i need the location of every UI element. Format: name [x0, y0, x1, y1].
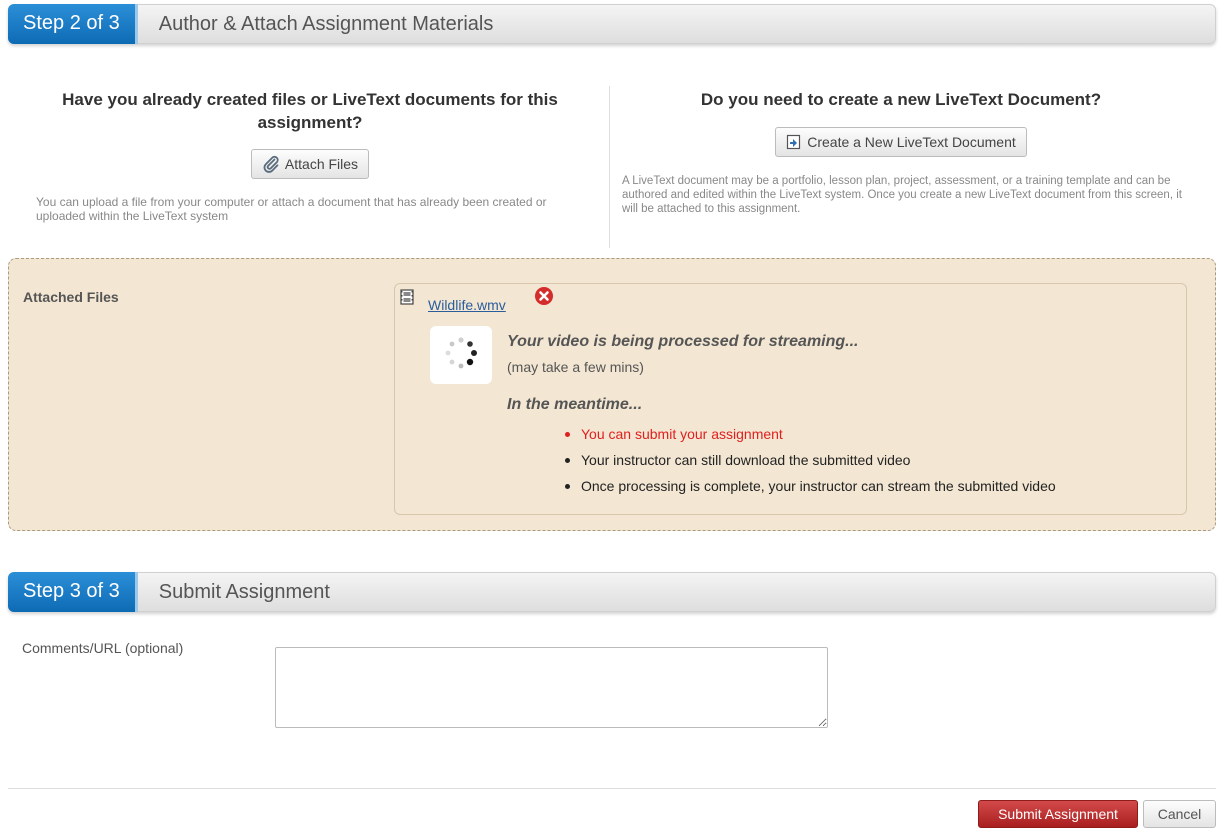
comments-input[interactable] — [275, 647, 828, 728]
attached-file-link[interactable]: Wildlife.wmv — [428, 297, 506, 313]
step-3-badge: Step 3 of 3 — [8, 571, 138, 612]
step-2-badge: Step 2 of 3 — [8, 3, 138, 44]
attached-files-panel: Attached Files Wildlife.wmv Your video i… — [8, 258, 1216, 531]
list-item: Once processing is complete, your instru… — [563, 473, 1056, 499]
processing-subtitle: (may take a few mins) — [507, 359, 644, 375]
new-document-section: Do you need to create a new LiveText Doc… — [620, 88, 1182, 216]
processing-title: Your video is being processed for stream… — [507, 333, 859, 350]
meantime-heading: In the meantime... — [507, 396, 643, 413]
attached-files-label: Attached Files — [23, 289, 119, 305]
column-divider — [609, 86, 610, 248]
step-2-header: Step 2 of 3 Author & Attach Assignment M… — [8, 3, 1216, 44]
step-3-title: Submit Assignment — [158, 580, 330, 603]
paperclip-icon — [262, 155, 280, 173]
new-document-description: A LiveText document may be a portfolio, … — [622, 175, 1182, 215]
list-item: Your instructor can still download the s… — [563, 447, 1056, 473]
comments-label: Comments/URL (optional) — [22, 640, 184, 656]
attached-file-card: Wildlife.wmv Your video is being process… — [394, 283, 1187, 515]
spinner-icon — [430, 326, 492, 384]
step-3-header: Step 3 of 3 Submit Assignment — [8, 571, 1216, 612]
attach-files-section: Have you already created files or LiveTe… — [30, 88, 590, 223]
create-new-document-button[interactable]: Create a New LiveText Document — [775, 127, 1027, 157]
film-icon — [400, 289, 414, 310]
footer-divider — [8, 788, 1216, 789]
step-2-title: Author & Attach Assignment Materials — [158, 12, 494, 35]
attach-files-button[interactable]: Attach Files — [250, 149, 370, 179]
new-document-heading: Do you need to create a new LiveText Doc… — [700, 90, 1102, 109]
create-new-document-label: Create a New LiveText Document — [807, 134, 1016, 150]
new-document-icon — [786, 134, 802, 150]
list-item: You can submit your assignment — [563, 421, 1056, 447]
remove-icon[interactable] — [534, 286, 554, 311]
attach-files-label: Attach Files — [284, 156, 359, 172]
attach-files-heading: Have you already created files or LiveTe… — [62, 90, 558, 132]
meantime-list: You can submit your assignment Your inst… — [563, 421, 1056, 499]
attach-files-description: You can upload a file from your computer… — [36, 195, 547, 223]
